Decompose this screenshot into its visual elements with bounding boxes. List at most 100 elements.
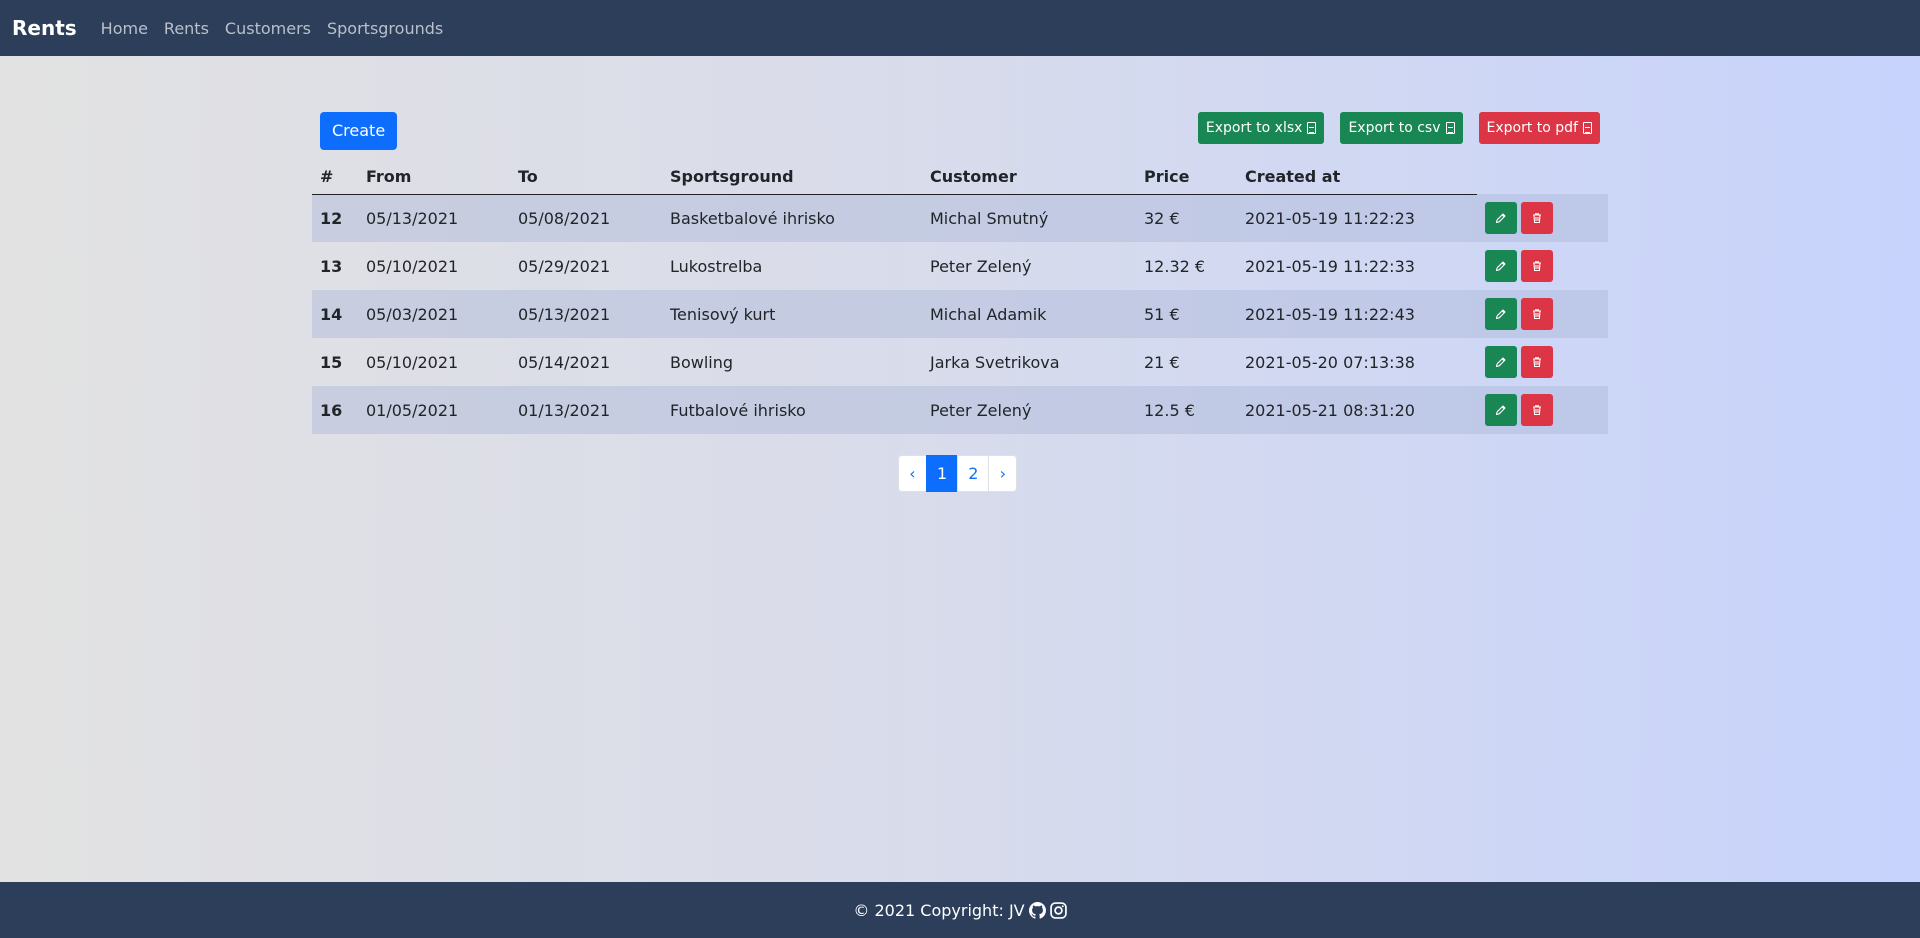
cell-id: 13: [320, 256, 343, 276]
cell-sportsground: Bowling: [670, 352, 734, 372]
header-id: #: [312, 156, 358, 195]
main-container: Create Export to xlsx Export to csv Expo…: [312, 112, 1608, 434]
footer: © 2021 Copyright: JV: [0, 882, 1920, 938]
pagination-page-1[interactable]: 1: [926, 455, 959, 492]
cell-customer: Peter Zelený: [930, 400, 1032, 420]
cell-to: 05/13/2021: [518, 304, 611, 324]
cell-actions: [1477, 194, 1608, 242]
trash-icon: [1533, 213, 1541, 224]
header-customer: Customer: [922, 156, 1136, 195]
trash-icon: [1533, 309, 1541, 320]
navbar-brand[interactable]: Rents: [12, 16, 77, 40]
table-row: 12 05/13/2021 05/08/2021 Basketbalové ih…: [312, 194, 1608, 242]
export-xlsx-button[interactable]: Export to xlsx: [1197, 112, 1325, 144]
delete-button[interactable]: [1521, 346, 1553, 378]
navbar: Rents Home Rents Customers Sportsgrounds: [0, 0, 1920, 56]
cell-price: 12.5 €: [1144, 400, 1195, 420]
cell-actions: [1477, 386, 1608, 434]
pencil-icon: [1495, 309, 1506, 320]
cell-id: 16: [320, 400, 343, 420]
cell-price: 12.32 €: [1144, 256, 1206, 276]
pencil-icon: [1495, 357, 1506, 368]
cell-sportsground: Basketbalové ihrisko: [670, 208, 835, 228]
cell-to: 01/13/2021: [518, 400, 611, 420]
header-actions: [1477, 156, 1608, 194]
table-row: 16 01/05/2021 01/13/2021 Futbalové ihris…: [312, 386, 1608, 434]
cell-to: 05/08/2021: [518, 208, 611, 228]
header-price: Price: [1136, 156, 1237, 195]
nav-link-customers[interactable]: Customers: [225, 19, 311, 38]
toolbar: Create Export to xlsx Export to csv Expo…: [312, 112, 1608, 156]
header-created-at: Created at: [1237, 156, 1477, 195]
csv-file-icon: [1445, 122, 1455, 134]
export-buttons: Export to xlsx Export to csv Export to p…: [1197, 112, 1600, 144]
cell-created-at: 2021-05-19 11:22:43: [1245, 304, 1415, 324]
export-pdf-label: Export to pdf: [1486, 120, 1579, 136]
rents-table: # From To Sportsground Customer Price Cr…: [312, 156, 1608, 434]
cell-id: 15: [320, 352, 343, 372]
pencil-icon: [1495, 213, 1506, 224]
cell-created-at: 2021-05-19 11:22:23: [1245, 208, 1415, 228]
header-sportsground: Sportsground: [662, 156, 922, 195]
edit-button[interactable]: [1485, 346, 1517, 378]
export-csv-label: Export to csv: [1348, 120, 1441, 136]
instagram-icon[interactable]: [1049, 901, 1067, 919]
delete-button[interactable]: [1521, 298, 1553, 330]
cell-price: 21 €: [1144, 352, 1180, 372]
create-button[interactable]: Create: [320, 112, 398, 150]
cell-created-at: 2021-05-21 08:31:20: [1245, 400, 1415, 420]
cell-from: 05/10/2021: [366, 256, 459, 276]
pagination-page-2[interactable]: 2: [957, 455, 990, 492]
edit-button[interactable]: [1485, 202, 1517, 234]
delete-button[interactable]: [1521, 250, 1553, 282]
trash-icon: [1533, 405, 1541, 416]
cell-created-at: 2021-05-20 07:13:38: [1245, 352, 1415, 372]
table-header-row: # From To Sportsground Customer Price Cr…: [312, 156, 1608, 195]
cell-price: 32 €: [1144, 208, 1180, 228]
cell-customer: Michal Adamik: [930, 304, 1047, 324]
cell-from: 05/03/2021: [366, 304, 459, 324]
export-pdf-button[interactable]: Export to pdf: [1478, 112, 1600, 144]
pencil-icon: [1495, 261, 1506, 272]
header-to: To: [510, 156, 662, 195]
export-csv-button[interactable]: Export to csv: [1340, 112, 1463, 144]
cell-from: 05/13/2021: [366, 208, 459, 228]
table-row: 13 05/10/2021 05/29/2021 Lukostrelba Pet…: [312, 242, 1608, 290]
cell-from: 01/05/2021: [366, 400, 459, 420]
delete-button[interactable]: [1521, 202, 1553, 234]
delete-button[interactable]: [1521, 394, 1553, 426]
github-icon[interactable]: [1028, 901, 1046, 919]
cell-customer: Michal Smutný: [930, 208, 1049, 228]
footer-copyright: © 2021 Copyright: JV: [853, 900, 1025, 920]
nav-link-sportsgrounds[interactable]: Sportsgrounds: [327, 19, 443, 38]
edit-button[interactable]: [1485, 250, 1517, 282]
nav-link-rents[interactable]: Rents: [164, 19, 209, 38]
spreadsheet-icon: [1307, 122, 1317, 134]
cell-sportsground: Tenisový kurt: [670, 304, 776, 324]
cell-sportsground: Lukostrelba: [670, 256, 763, 276]
edit-button[interactable]: [1485, 298, 1517, 330]
pagination-prev[interactable]: ‹: [898, 455, 927, 492]
nav-link-home[interactable]: Home: [101, 19, 148, 38]
pagination-next[interactable]: ›: [988, 455, 1018, 492]
cell-actions: [1477, 338, 1608, 386]
trash-icon: [1533, 261, 1541, 272]
cell-actions: [1477, 290, 1608, 338]
trash-icon: [1533, 357, 1541, 368]
pencil-icon: [1495, 405, 1506, 416]
pagination: ‹ 1 2 ›: [898, 455, 1018, 492]
cell-created-at: 2021-05-19 11:22:33: [1245, 256, 1415, 276]
cell-to: 05/14/2021: [518, 352, 611, 372]
cell-id: 14: [320, 304, 343, 324]
cell-from: 05/10/2021: [366, 352, 459, 372]
cell-price: 51 €: [1144, 304, 1180, 324]
header-from: From: [358, 156, 510, 195]
pdf-file-icon: [1583, 122, 1592, 134]
table-row: 15 05/10/2021 05/14/2021 Bowling Jarka S…: [312, 338, 1608, 386]
cell-customer: Jarka Svetrikova: [930, 352, 1060, 372]
cell-actions: [1477, 242, 1608, 290]
export-xlsx-label: Export to xlsx: [1205, 120, 1303, 136]
edit-button[interactable]: [1485, 394, 1517, 426]
cell-customer: Peter Zelený: [930, 256, 1032, 276]
cell-to: 05/29/2021: [518, 256, 611, 276]
